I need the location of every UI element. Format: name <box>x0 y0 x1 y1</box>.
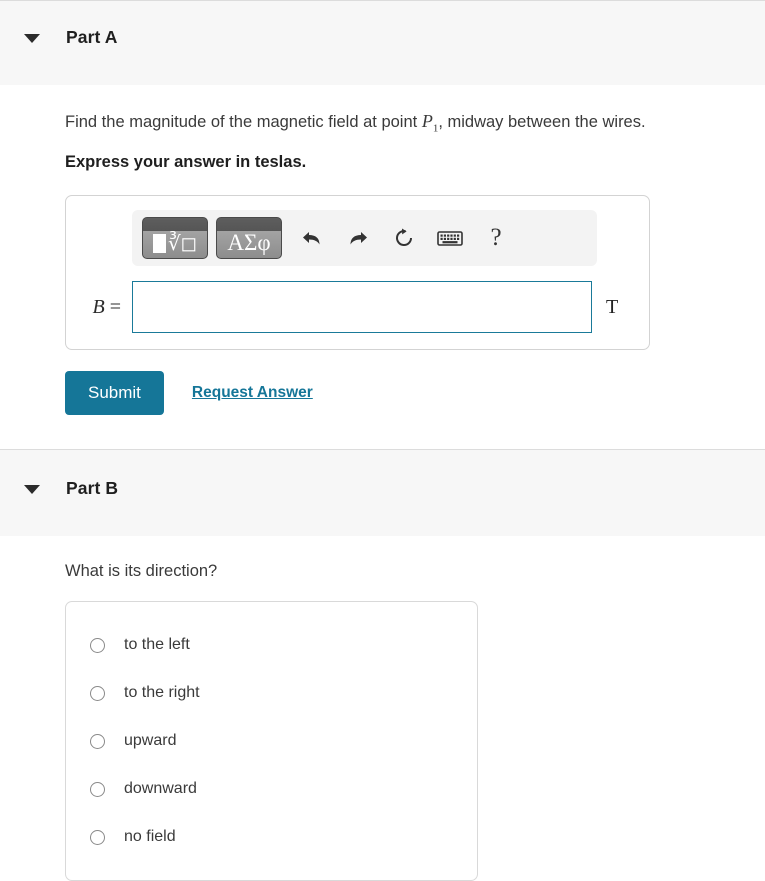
part-a-header[interactable]: Part A <box>0 0 765 85</box>
part-a-title: Part A <box>66 27 118 47</box>
keyboard-icon[interactable] <box>428 218 472 258</box>
radio-icon[interactable] <box>90 829 105 845</box>
option-label: no field <box>124 828 176 846</box>
template-icon: ∛◻ <box>143 231 207 258</box>
unit-label: T <box>606 295 619 318</box>
part-b-question: What is its direction? <box>65 562 218 581</box>
part-b-body: What is its direction? to the left to th… <box>0 536 765 881</box>
radio-icon[interactable] <box>90 685 105 701</box>
option-label: upward <box>124 732 177 750</box>
option-label: to the right <box>124 684 200 702</box>
undo-icon[interactable] <box>290 218 334 258</box>
greek-symbols-button[interactable]: ΑΣφ <box>216 217 282 260</box>
request-answer-link[interactable]: Request Answer <box>192 384 313 402</box>
list-item[interactable]: to the left <box>66 621 477 669</box>
greek-symbols-label: ΑΣφ <box>227 229 271 255</box>
direction-options-group: to the left to the right upward downward… <box>65 601 478 881</box>
math-toolbar: ∛◻ ΑΣφ ? <box>132 210 597 267</box>
part-b-header[interactable]: Part B <box>0 449 765 537</box>
question-text-pre: Find the magnitude of the magnetic field… <box>65 113 422 131</box>
radio-icon[interactable] <box>90 733 105 749</box>
question-text-post: , midway between the wires. <box>438 113 646 131</box>
redo-icon[interactable] <box>336 218 380 258</box>
point-label-p1: P1 <box>421 111 439 135</box>
help-icon[interactable]: ? <box>474 218 518 258</box>
answer-entry-box: ∛◻ ΑΣφ ? B = T <box>65 195 650 351</box>
caret-down-icon[interactable] <box>24 485 40 495</box>
radio-icon[interactable] <box>90 781 105 797</box>
list-item[interactable]: downward <box>66 765 477 813</box>
reset-icon[interactable] <box>382 218 426 258</box>
list-item[interactable]: no field <box>66 813 477 861</box>
answer-input-row: B = T <box>82 281 633 334</box>
list-item[interactable]: to the right <box>66 669 477 717</box>
part-b-title: Part B <box>66 478 119 499</box>
part-a-question: Find the magnitude of the magnetic field… <box>65 85 745 136</box>
part-a-body: Find the magnitude of the magnetic field… <box>0 85 765 449</box>
assignment-page: Part A Find the magnitude of the magneti… <box>0 0 765 881</box>
option-label: downward <box>124 780 197 798</box>
list-item[interactable]: upward <box>66 717 477 765</box>
option-label: to the left <box>124 636 190 654</box>
part-a-instruction: Express your answer in teslas. <box>65 153 307 172</box>
template-button[interactable]: ∛◻ <box>142 217 208 260</box>
variable-label: B = <box>92 295 122 318</box>
radio-icon[interactable] <box>90 637 105 653</box>
part-a-actions: Submit Request Answer <box>65 371 745 449</box>
answer-input[interactable] <box>132 281 592 334</box>
caret-down-icon[interactable] <box>24 34 40 43</box>
submit-button[interactable]: Submit <box>65 371 164 416</box>
